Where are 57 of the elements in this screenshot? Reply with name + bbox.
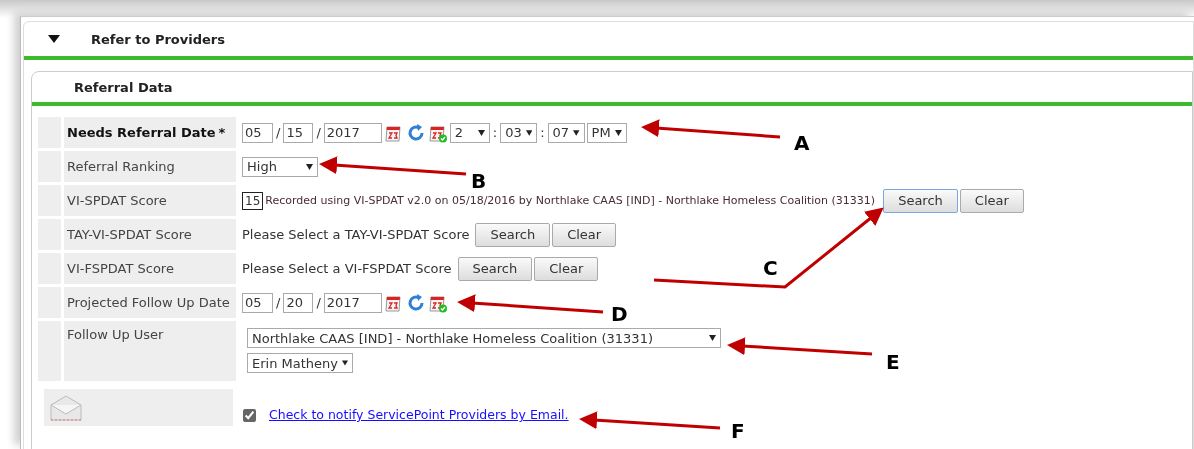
field-label: Referral Ranking (64, 151, 236, 182)
search-button[interactable]: Search (883, 188, 958, 213)
search-button[interactable]: Search (457, 256, 533, 281)
field-label: VI-SPDAT Score (64, 185, 236, 216)
date-separator: / (316, 295, 321, 310)
time-separator: : (540, 125, 545, 140)
clear-button[interactable]: Clear (552, 222, 617, 247)
month-field[interactable]: 05 (242, 292, 273, 313)
refresh-icon[interactable] (405, 292, 426, 313)
year-field[interactable]: 2017 (323, 122, 382, 143)
callout-letter: D (611, 302, 628, 326)
caret-icon (477, 129, 485, 136)
caret-icon (525, 129, 533, 136)
score-value: 15 (242, 191, 264, 210)
ampm-dropdown[interactable]: PM (586, 122, 627, 143)
caret-icon (573, 129, 580, 136)
score-prompt: Please Select a VI-FSPDAT Score (242, 261, 452, 276)
callout-letter: F (731, 419, 745, 443)
field-label: Follow Up User (64, 321, 236, 381)
notify-checkbox[interactable] (243, 409, 256, 422)
provider-dropdown[interactable]: Northlake CAAS [IND] - Northlake Homeless Coalition (31331) (247, 328, 721, 348)
score-record-text: Recorded using VI-SPDAT v2.0 on 05/18/2016 by Northlake CAAS [IND] - Northlake Homeless Coalition (31331) (265, 194, 876, 207)
day-field[interactable]: 20 (283, 292, 314, 313)
panel-title: Referral Data (74, 79, 173, 95)
notify-link[interactable]: Check to notify ServicePoint Providers by Email. (269, 407, 569, 422)
caret-icon (342, 360, 348, 366)
section-title: Refer to Providers (91, 31, 225, 47)
field-label: Needs Referral Date * (64, 117, 236, 148)
collapse-triangle-icon[interactable] (48, 35, 60, 43)
year-field[interactable]: 2017 (323, 292, 382, 313)
date-separator: / (316, 125, 321, 140)
callout-letter: A (794, 131, 810, 155)
refresh-icon[interactable] (405, 122, 426, 143)
callout-letter: B (471, 169, 487, 193)
minute-dropdown[interactable]: 03 (500, 122, 538, 143)
user-dropdown[interactable]: Erin Matheny (247, 353, 353, 373)
day-field[interactable]: 15 (283, 122, 314, 143)
date-separator: / (276, 295, 281, 310)
time-separator: : (492, 125, 498, 140)
field-label: Projected Follow Up Date (64, 287, 236, 318)
caret-icon (306, 163, 313, 170)
clear-button[interactable]: Clear (534, 256, 599, 281)
second-dropdown[interactable]: 07 (547, 122, 585, 143)
caret-icon (709, 335, 716, 341)
date-separator: / (276, 125, 281, 140)
month-field[interactable]: 05 (242, 122, 273, 143)
score-prompt: Please Select a TAY-VI-SPDAT Score (242, 227, 470, 242)
caret-icon (614, 129, 622, 136)
field-label: VI-FSPDAT Score (64, 253, 236, 284)
ranking-dropdown[interactable]: High (242, 156, 318, 177)
envelope-icon (50, 394, 82, 421)
hour-dropdown[interactable]: 2 (449, 122, 490, 143)
field-label: TAY-VI-SPDAT Score (64, 219, 236, 250)
callout-letter: E (886, 350, 900, 374)
clear-button[interactable]: Clear (959, 188, 1024, 213)
callout-letter: C (763, 256, 778, 280)
search-button[interactable]: Search (475, 222, 551, 247)
